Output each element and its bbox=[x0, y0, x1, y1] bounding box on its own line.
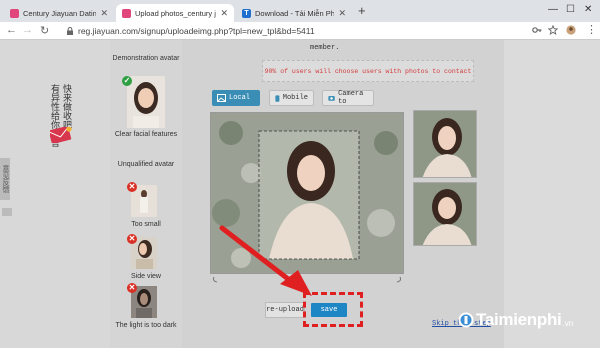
tab-century-jiayuan[interactable]: Century Jiayuan Dating Network ✕ bbox=[4, 4, 114, 22]
phone-icon bbox=[275, 94, 280, 102]
rejected-x-icon: ✕ bbox=[127, 234, 137, 244]
close-tab-icon[interactable]: ✕ bbox=[220, 8, 228, 19]
close-window-icon[interactable]: ✕ bbox=[584, 4, 592, 15]
new-tab-button[interactable]: + bbox=[358, 3, 366, 18]
feedback-side-tab[interactable]: 意见反馈 bbox=[0, 158, 10, 200]
taimienphi-watermark: Taimienphi .vn bbox=[458, 310, 573, 330]
close-tab-icon[interactable]: ✕ bbox=[100, 8, 108, 19]
demo-avatar-photo bbox=[127, 76, 165, 128]
menu-icon[interactable]: ⋮ bbox=[586, 23, 597, 36]
rejected-x-icon: ✕ bbox=[127, 283, 137, 293]
rejected-x-icon: ✕ bbox=[127, 182, 137, 192]
side-view-caption: Side view bbox=[131, 273, 161, 280]
member-text: member. bbox=[310, 44, 340, 52]
url-field[interactable]: reg.jiayuan.com/signup/uploadeimg.php?tp… bbox=[66, 24, 486, 38]
back-icon[interactable]: ← bbox=[6, 24, 17, 36]
browser-tab-bar: Century Jiayuan Dating Network ✕ Upload … bbox=[0, 0, 600, 22]
address-bar: ← → ↻ reg.jiayuan.com/signup/uploadeimg.… bbox=[0, 22, 600, 40]
url-text: reg.jiayuan.com/signup/uploadeimg.php?tp… bbox=[78, 26, 315, 36]
camera-icon bbox=[328, 96, 335, 101]
save-highlight-box bbox=[303, 292, 363, 327]
demo-avatar-label: Demonstration avatar bbox=[112, 55, 180, 62]
page-content: 快来做收吧 有异性给你留言 意见反馈 Demonstration avatar … bbox=[0, 40, 600, 348]
avatar-guide-column: Demonstration avatar ✓ Clear facial feat… bbox=[110, 40, 182, 348]
key-icon[interactable] bbox=[532, 25, 542, 35]
taimienphi-logo-icon bbox=[458, 312, 474, 328]
preview-large bbox=[413, 110, 477, 178]
camera-upload-button[interactable]: Camera to bbox=[322, 90, 374, 106]
tab-download[interactable]: T Download - Tải Miễn Phí VN - Pho ✕ bbox=[236, 4, 352, 22]
reload-icon[interactable]: ↻ bbox=[40, 24, 49, 37]
lock-icon bbox=[67, 27, 73, 35]
uploaded-photo bbox=[211, 113, 403, 273]
envelope-icon[interactable] bbox=[50, 127, 72, 143]
tab-upload-photos[interactable]: Upload photos_century jiayuan d ✕ bbox=[116, 4, 234, 22]
zoom-slider[interactable] bbox=[210, 276, 404, 284]
preview-small bbox=[413, 182, 477, 246]
mobile-upload-button[interactable]: Mobile bbox=[269, 90, 314, 106]
right-margin bbox=[504, 40, 600, 348]
taimienphi-favicon-icon: T bbox=[242, 8, 251, 18]
profile-icon[interactable] bbox=[566, 25, 576, 35]
photo-notice: 90% of users will choose users with phot… bbox=[262, 60, 474, 82]
image-icon bbox=[217, 94, 226, 102]
unqualified-avatar-label: Unqualified avatar bbox=[117, 161, 175, 168]
promo-text-a: 快来做收吧 bbox=[62, 84, 72, 129]
jiayuan-favicon-icon bbox=[10, 8, 19, 18]
jiayuan-favicon-icon bbox=[122, 8, 131, 18]
crop-canvas[interactable] bbox=[210, 112, 404, 274]
maximize-icon[interactable]: ☐ bbox=[566, 4, 575, 15]
reupload-button[interactable]: re-upload bbox=[265, 302, 305, 318]
star-icon[interactable] bbox=[548, 25, 558, 35]
local-upload-button[interactable]: Local bbox=[212, 90, 260, 106]
too-small-caption: Too small bbox=[131, 221, 161, 228]
minimize-icon[interactable]: — bbox=[548, 4, 558, 15]
approved-check-icon: ✓ bbox=[122, 76, 132, 86]
forward-icon[interactable]: → bbox=[22, 24, 33, 36]
side-tab-small[interactable] bbox=[2, 208, 12, 216]
close-tab-icon[interactable]: ✕ bbox=[338, 8, 346, 19]
left-promo-column: 快来做收吧 有异性给你留言 意见反馈 bbox=[0, 40, 110, 348]
demo-avatar-caption: Clear facial features bbox=[114, 131, 178, 138]
too-dark-caption: The light is too dark bbox=[115, 322, 177, 329]
